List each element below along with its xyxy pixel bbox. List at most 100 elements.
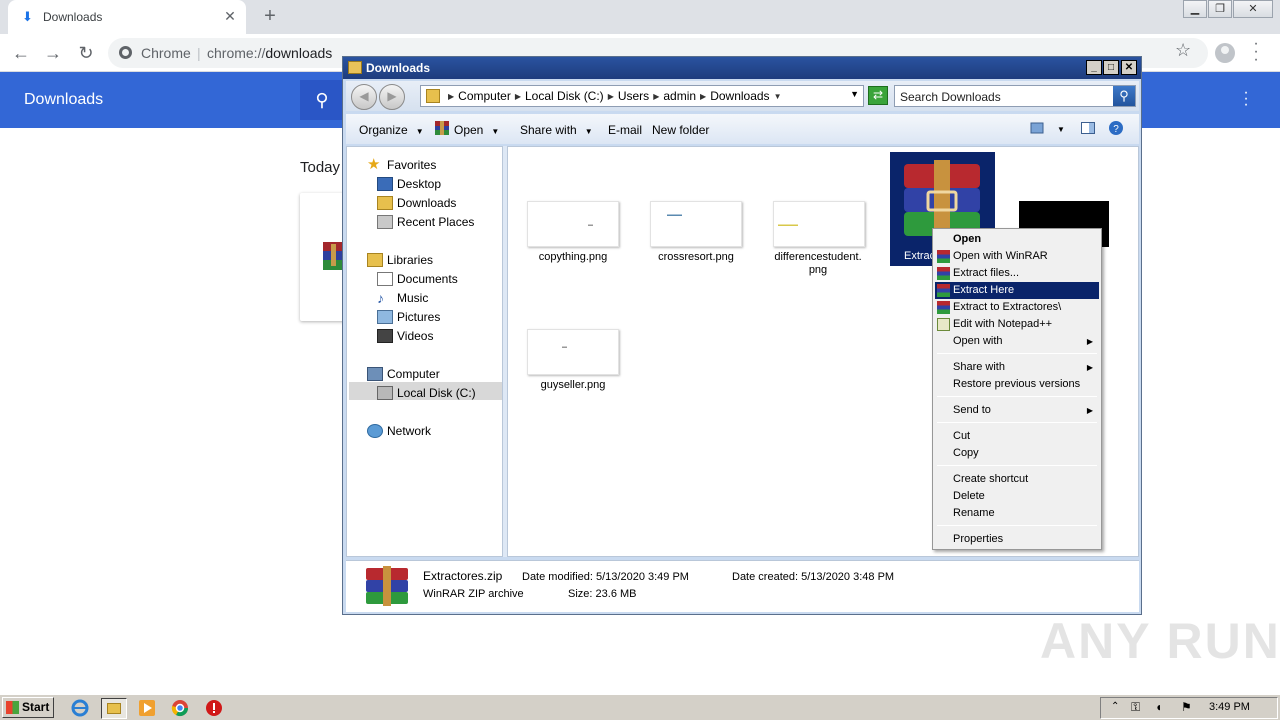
media-player-icon[interactable] <box>137 698 157 718</box>
view-dropdown-icon[interactable]: ▼ <box>1057 125 1065 134</box>
explorer-taskbar-button[interactable] <box>101 698 127 719</box>
refresh-icon[interactable]: ⇄ <box>868 86 888 105</box>
breadcrumb-users[interactable]: Users <box>614 89 653 103</box>
breadcrumb-admin[interactable]: admin <box>659 89 700 103</box>
nav-music[interactable]: ♪ Music <box>377 290 428 307</box>
tab-downloads[interactable]: ⬇ Downloads ✕ <box>8 0 246 34</box>
new-folder-button[interactable]: New folder <box>652 123 709 137</box>
file-thumbnail[interactable]: ▬▬▬▬ <box>773 201 865 247</box>
menu-extract-to[interactable]: Extract to Extractores\ <box>935 299 1099 316</box>
menu-open-with[interactable]: Open with ▶ <box>935 333 1099 350</box>
folder-icon <box>426 89 440 103</box>
menu-extract-here[interactable]: Extract Here <box>935 282 1099 299</box>
nav-downloads[interactable]: Downloads <box>377 195 456 212</box>
file-thumbnail[interactable]: ▬▬▬ <box>650 201 742 247</box>
menu-edit-notepadpp[interactable]: Edit with Notepad++ <box>935 316 1099 333</box>
explorer-close-button[interactable]: ✕ <box>1121 60 1137 75</box>
menu-rename[interactable]: Rename <box>935 505 1099 522</box>
forward-button[interactable]: → <box>42 42 64 64</box>
nav-network[interactable]: Network <box>367 423 431 440</box>
search-icon[interactable]: ⚲ <box>1113 86 1135 106</box>
section-today: Today <box>300 159 341 176</box>
more-actions-icon[interactable]: · · · <box>1240 85 1252 113</box>
open-button[interactable]: Open ▼ <box>454 123 499 137</box>
details-modified: Date modified: 5/13/2020 3:49 PM <box>522 571 689 583</box>
menu-open-with-winrar[interactable]: Open with WinRAR <box>935 248 1099 265</box>
nav-local-disk[interactable]: Local Disk (C:) <box>377 385 476 402</box>
file-thumbnail[interactable]: ▬ <box>527 329 619 375</box>
action-center-flag-icon[interactable]: ⚑ <box>1181 700 1192 714</box>
file-name[interactable]: differencestudent. png <box>763 251 873 277</box>
file-name[interactable]: copything.png <box>518 251 628 264</box>
bookmark-star-icon[interactable]: ☆ <box>1175 40 1191 61</box>
menu-send-to[interactable]: Send to ▶ <box>935 402 1099 419</box>
breadcrumb-downloads[interactable]: Downloads <box>706 89 773 103</box>
details-size: Size: 23.6 MB <box>568 588 637 600</box>
breadcrumb-local-disk[interactable]: Local Disk (C:) <box>521 89 608 103</box>
internet-explorer-icon[interactable] <box>70 698 90 718</box>
email-button[interactable]: E-mail <box>608 123 642 137</box>
nav-pictures[interactable]: Pictures <box>377 309 440 326</box>
anyrun-watermark: ANY RUN <box>1040 613 1280 669</box>
chevron-down-icon[interactable]: ▼ <box>850 89 859 99</box>
drive-icon <box>377 385 393 400</box>
menu-share-with[interactable]: Share with ▶ <box>935 359 1099 376</box>
close-tab-icon[interactable]: ✕ <box>222 8 238 24</box>
organize-button[interactable]: Organize ▼ <box>359 123 424 137</box>
reload-button[interactable]: ↻ <box>75 42 97 64</box>
menu-copy[interactable]: Copy <box>935 445 1099 462</box>
menu-delete[interactable]: Delete <box>935 488 1099 505</box>
menu-separator <box>937 525 1097 526</box>
volume-icon[interactable]: ◖ <box>1155 700 1162 714</box>
nav-videos[interactable]: Videos <box>377 328 433 345</box>
folder-icon <box>348 61 362 74</box>
preview-pane-icon[interactable] <box>1080 120 1096 136</box>
minimize-button[interactable]: ▁ <box>1183 0 1207 18</box>
explorer-minimize-button[interactable]: _ <box>1086 60 1102 75</box>
nav-recent-places[interactable]: Recent Places <box>377 214 474 231</box>
restore-button[interactable]: ❐ <box>1208 0 1232 18</box>
view-icon[interactable] <box>1029 120 1045 136</box>
taskbar-clock[interactable]: 3:49 PM <box>1209 701 1250 713</box>
download-icon: ⬇ <box>22 9 33 24</box>
nav-computer[interactable]: Computer <box>367 366 440 383</box>
menu-restore-previous[interactable]: Restore previous versions <box>935 376 1099 393</box>
menu-cut[interactable]: Cut <box>935 428 1099 445</box>
stop-icon[interactable] <box>204 698 224 718</box>
search-icon[interactable]: ⚲ <box>300 80 344 120</box>
menu-open[interactable]: Open <box>935 231 1099 248</box>
nav-favorites[interactable]: ★ Favorites <box>367 157 436 174</box>
breadcrumb[interactable]: ▶ Computer ▶ Local Disk (C:) ▶ Users ▶ a… <box>420 85 864 107</box>
file-name[interactable]: guyseller.png <box>518 379 628 392</box>
nav-documents[interactable]: Documents <box>377 271 458 288</box>
details-created: Date created: 5/13/2020 3:48 PM <box>732 571 895 583</box>
breadcrumb-computer[interactable]: Computer <box>454 89 515 103</box>
chrome-icon[interactable] <box>170 698 190 718</box>
file-name[interactable]: crossresort.png <box>641 251 751 264</box>
nav-desktop[interactable]: Desktop <box>377 176 441 193</box>
profile-avatar[interactable] <box>1215 43 1235 63</box>
share-with-button[interactable]: Share with ▼ <box>520 123 593 137</box>
winrar-icon <box>937 284 950 297</box>
explorer-forward-button[interactable]: ▶ <box>379 84 405 110</box>
menu-separator <box>937 353 1097 354</box>
nav-libraries[interactable]: Libraries <box>367 252 433 269</box>
file-thumbnail[interactable]: ▬ <box>527 201 619 247</box>
chrome-menu-icon[interactable]: · · · <box>1250 36 1262 68</box>
explorer-maximize-button[interactable]: □ <box>1103 60 1119 75</box>
explorer-back-button[interactable]: ◀ <box>351 84 377 110</box>
back-button[interactable]: ← <box>10 42 32 64</box>
close-window-button[interactable]: ✕ <box>1233 0 1273 18</box>
menu-extract-files[interactable]: Extract files... <box>935 265 1099 282</box>
show-hidden-icons-icon[interactable]: ⌃ <box>1111 701 1119 712</box>
start-button[interactable]: Start <box>2 697 54 718</box>
help-icon[interactable]: ? <box>1108 120 1124 136</box>
menu-create-shortcut[interactable]: Create shortcut <box>935 471 1099 488</box>
explorer-titlebar[interactable]: Downloads _ □ ✕ <box>343 57 1141 79</box>
new-tab-button[interactable]: + <box>260 5 280 27</box>
menu-properties[interactable]: Properties <box>935 531 1099 548</box>
star-icon: ★ <box>367 155 381 173</box>
network-tray-icon[interactable]: ⚿ <box>1131 700 1140 715</box>
documents-icon <box>377 271 393 286</box>
search-input[interactable]: Search Downloads ⚲ <box>894 85 1136 107</box>
